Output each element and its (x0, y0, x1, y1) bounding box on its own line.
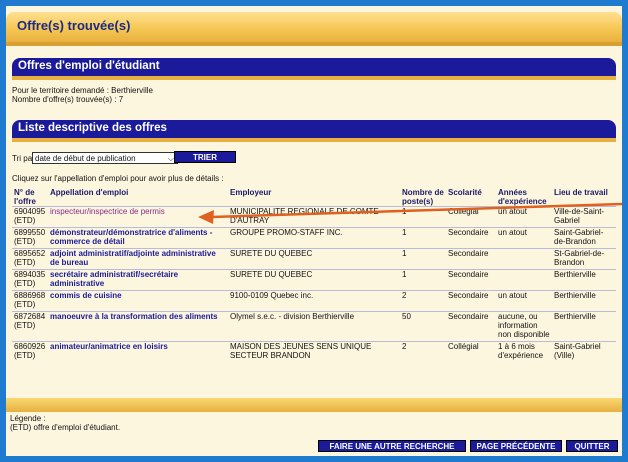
annotation-arrow (198, 202, 622, 224)
arrow-head (198, 210, 214, 224)
arrow-line (211, 202, 622, 219)
main-frame: Offre(s) trouvée(s) Offres d'emploi d'ét… (6, 6, 622, 456)
